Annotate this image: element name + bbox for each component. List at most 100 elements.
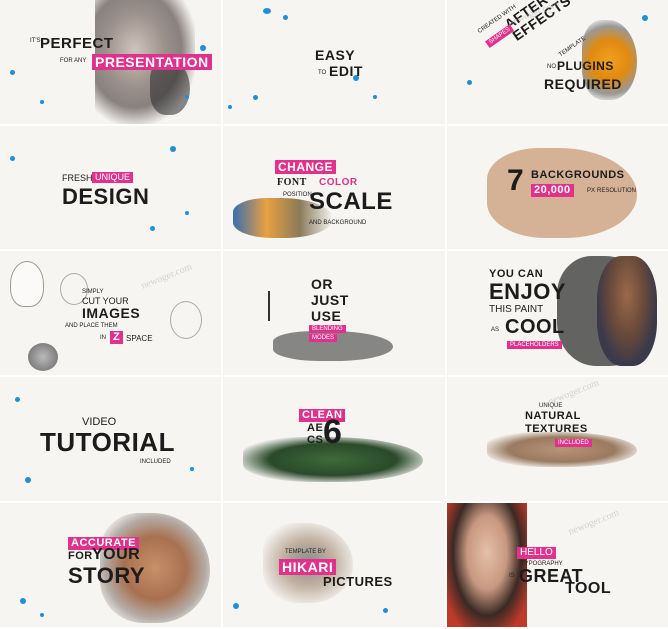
blue-splat [10, 70, 15, 75]
sailboat-image [268, 291, 270, 321]
text-big: STORY [68, 563, 146, 588]
portrait-image [597, 256, 657, 366]
highlight-label: MODES [309, 334, 338, 342]
text-small: TEMPLATE BY [285, 549, 326, 555]
text-big: REQUIRED [544, 76, 622, 92]
text-big: JUST [311, 292, 349, 308]
text-word: NATURAL [525, 410, 581, 422]
portrait-image [447, 503, 527, 627]
texture-splash [487, 432, 637, 467]
text-big: EDIT [329, 63, 363, 79]
panel-easy-to-edit: EASY TO EDIT [223, 0, 445, 124]
text-small: POSITION [283, 192, 312, 198]
text-big: SCALE [309, 188, 393, 215]
highlight-label: PLACEHOLDERS [507, 341, 562, 349]
text-small: NO [547, 64, 556, 70]
blue-splat [467, 80, 472, 85]
watermark: newoger.com [139, 261, 194, 292]
highlight-label: UNIQUE [92, 172, 134, 183]
text-big: IMAGES [82, 305, 141, 321]
text-big: PERFECT [40, 35, 114, 52]
highlight-label: HELLO [517, 547, 556, 559]
highlight-label: INCLUDED [555, 439, 592, 447]
blue-splat [20, 598, 26, 604]
highlight-label: PRESENTATION [92, 54, 212, 70]
blue-splat [15, 397, 20, 402]
text-small: IT'S [30, 38, 41, 44]
blue-splat [373, 95, 377, 99]
text-word: SPACE [126, 334, 153, 343]
panel-cut-your-images: SIMPLY CUT YOUR IMAGES AND PLACE THEM IN… [0, 251, 221, 375]
blue-splat [253, 95, 258, 100]
blue-splat [10, 156, 15, 161]
blue-splat [263, 8, 271, 14]
blue-splat [200, 45, 206, 51]
blue-splat [170, 146, 176, 152]
panel-clean-ae-cs6: CLEAN AE CS 6 [223, 377, 445, 501]
text-word: BACKGROUNDS [531, 169, 625, 181]
panel-change-font-color: CHANGE FONT COLOR POSITION SCALE AND BAC… [223, 126, 445, 249]
panel-video-tutorial: VIDEO TUTORIAL INCLUDED [0, 377, 221, 501]
panel-blending-modes: OR JUST USE BLENDING MODES [223, 251, 445, 375]
lightbulb-image [170, 301, 202, 339]
highlight-label: HIKARI [279, 559, 337, 575]
text-big: 7 [507, 164, 525, 197]
panel-after-effects: AFTER EFFECTS TEMPLATE CREATED WITH SHAP… [447, 0, 668, 124]
text-word: CS [307, 434, 324, 446]
text-small: IS [509, 573, 515, 579]
blue-splat [228, 105, 232, 109]
text-word: TEXTURES [525, 423, 588, 435]
text-word: FONT [277, 177, 307, 188]
panel-enjoy-paint: YOU CAN ENJOY THIS PAINT AS COOL PLACEHO… [447, 251, 668, 375]
text-small: AND PLACE THEM [65, 323, 118, 329]
watermark: newoger.com [566, 507, 621, 538]
blue-splat [190, 467, 194, 471]
text-big: PLUGINS [557, 59, 614, 73]
text-small: INCLUDED [140, 459, 171, 465]
text-small: PX [587, 188, 596, 194]
text-big: 6 [323, 413, 343, 451]
text-small: RESOLUTION [597, 188, 637, 194]
highlight-label: Z [110, 331, 124, 344]
text-small: SIMPLY [82, 289, 104, 295]
watermark: newoger.com [546, 377, 601, 408]
preview-grid: IT'S PERFECT FOR ANY PRESENTATION EASY T… [0, 0, 668, 629]
text-big: COOL [505, 316, 565, 338]
lightbulb-image [10, 261, 44, 307]
text-big: YOUR [92, 546, 141, 563]
text-word: FOR [68, 550, 93, 562]
text-big: USE [311, 308, 342, 324]
text-word: AE [307, 422, 324, 434]
text-word: COLOR [319, 177, 358, 188]
panel-backgrounds: 7 BACKGROUNDS 20,000 PX RESOLUTION [447, 126, 668, 249]
text-big: DESIGN [62, 184, 150, 209]
highlight-label: BLENDING [309, 325, 346, 333]
blue-splat [642, 15, 648, 21]
text-big: TOOL [565, 580, 612, 597]
blue-splat [185, 95, 189, 99]
text-word: FRESH [62, 173, 93, 183]
lightbulb-image [28, 343, 58, 371]
highlight-label: 20,000 [531, 184, 574, 197]
panel-fresh-unique-design: FRESH UNIQUE DESIGN [0, 126, 221, 249]
panel-perfect-presentation: IT'S PERFECT FOR ANY PRESENTATION [0, 0, 221, 124]
text-small: AND BACKGROUND [309, 220, 367, 226]
panel-accurate-story: ACCURATE FOR YOUR STORY [0, 503, 221, 627]
blue-splat [283, 15, 288, 20]
blue-splat [40, 613, 44, 617]
text-big: OR [311, 276, 333, 292]
text-big: PICTURES [323, 574, 393, 589]
panel-hikari-pictures: TEMPLATE BY HIKARI PICTURES [223, 503, 445, 627]
blue-splat [233, 603, 239, 609]
blue-splat [25, 477, 31, 483]
text-small: FOR ANY [60, 58, 87, 64]
blue-splat [40, 100, 44, 104]
text-small: IN [100, 335, 106, 341]
blue-splat [150, 226, 155, 231]
blue-splat [185, 211, 189, 215]
panel-natural-textures: UNIQUE NATURAL TEXTURES INCLUDED newoger… [447, 377, 668, 501]
highlight-label: CHANGE [275, 160, 337, 174]
panel-great-tool: HELLO TYPOGRAPHY IS GREAT TOOL newoger.c… [447, 503, 668, 627]
text-small: TO [318, 70, 327, 76]
text-word: THIS PAINT [489, 304, 544, 315]
